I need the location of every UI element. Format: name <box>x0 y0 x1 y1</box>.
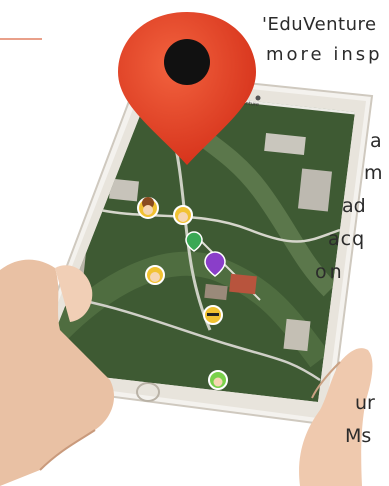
text-fragment: m <box>364 162 383 184</box>
map-marker[interactable] <box>208 370 228 390</box>
text-fragment: ur <box>355 392 375 414</box>
text-fragment: Ms <box>345 425 372 447</box>
map-marker[interactable] <box>173 205 193 225</box>
map-marker[interactable] <box>137 197 159 219</box>
text-fragment: a <box>370 130 382 152</box>
text-fragment: more insp <box>266 44 383 65</box>
front-camera-icon <box>255 95 261 101</box>
map-marker[interactable] <box>145 265 165 285</box>
text-fragment: 'EduVenture <box>262 14 377 35</box>
map-marker[interactable] <box>203 305 223 325</box>
text-fragment: acq <box>328 228 366 250</box>
text-fragment: ad <box>342 195 366 217</box>
text-fragment: on <box>315 261 345 283</box>
